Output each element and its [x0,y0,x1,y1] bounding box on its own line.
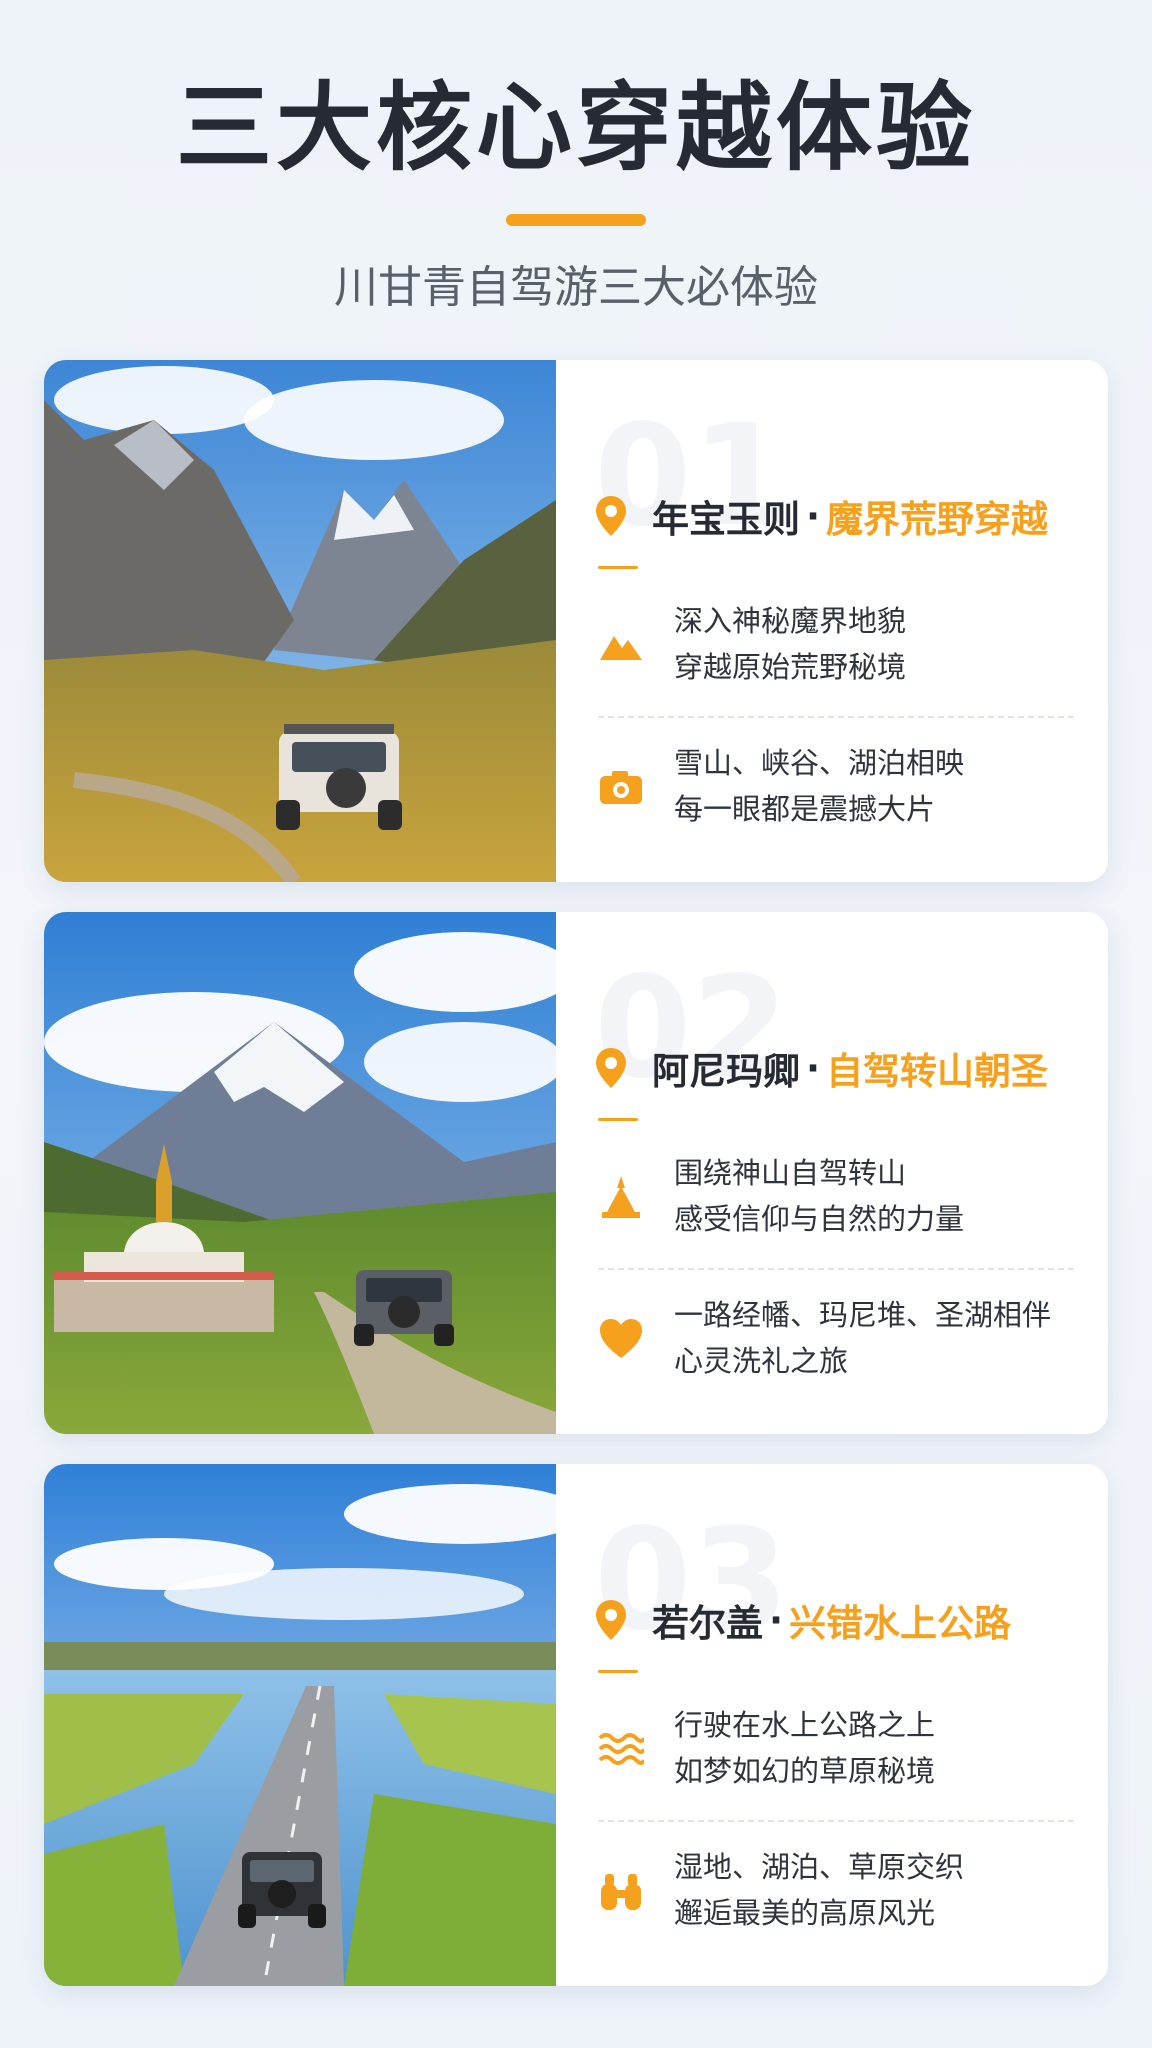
card-heading: 年宝玉则 · 魔界荒野穿越 [594,480,1048,552]
feature-item: 深入神秘魔界地貌 穿越原始荒野秘境 [598,598,1078,698]
heading-underline [598,1118,638,1121]
feature-line: 湿地、湖泊、草原交织 [674,1850,965,1884]
feature-item: 围绕神山自驾转山 感受信仰与自然的力量 [598,1150,1078,1250]
binoculars-icon [601,1874,641,1910]
card-info: 02 阿尼玛卿 · 自驾转山朝圣 围绕神山自驾转山 感受信仰与自然的力量 一路经… [556,912,1108,1434]
feature-line: 穿越原始荒野秘境 [674,650,907,684]
dashed-divider [598,1268,1074,1270]
dashed-divider [598,1820,1074,1822]
experience-card-3: 03 若尔盖 · 兴错水上公路 行驶在水上公路之上 如梦如幻的草原秘境 湿地、湖… [44,1464,1108,1986]
place-name: 年宝玉则 [652,498,800,541]
experience-theme: 自驾转山朝圣 [826,1050,1049,1093]
separator: · [769,1598,784,1642]
place-name: 若尔盖 [652,1602,763,1645]
heading-underline [598,1670,638,1673]
feature-line: 一路经幡、玛尼堆、圣湖相伴 [674,1298,1052,1332]
card-heading: 若尔盖 · 兴错水上公路 [594,1584,1011,1656]
feature-line: 深入神秘魔界地貌 [674,604,907,638]
experience-card-2: 02 阿尼玛卿 · 自驾转山朝圣 围绕神山自驾转山 感受信仰与自然的力量 一路经… [44,912,1108,1434]
page-title: 三大核心穿越体验 [176,72,976,184]
photo-zoige [44,1464,556,1986]
feature-item: 一路经幡、玛尼堆、圣湖相伴 心灵洗礼之旅 [598,1292,1078,1392]
dashed-divider [598,716,1074,718]
experience-card-1: 01 年宝玉则 · 魔界荒野穿越 深入神秘魔界地貌 穿越原始荒野秘境 雪山、峡谷… [44,360,1108,882]
waves-icon [598,1733,644,1765]
page-subtitle: 川甘青自驾游三大必体验 [334,262,818,313]
stupa-icon [602,1176,640,1218]
feature-line: 每一眼都是震撼大片 [674,792,936,826]
page-header: 三大核心穿越体验 川甘青自驾游三大必体验 [0,0,1152,340]
card-heading: 阿尼玛卿 · 自驾转山朝圣 [594,1032,1048,1104]
card-info: 01 年宝玉则 · 魔界荒野穿越 深入神秘魔界地貌 穿越原始荒野秘境 雪山、峡谷… [556,360,1108,882]
title-underline [506,214,646,226]
feature-item: 行驶在水上公路之上 如梦如幻的草原秘境 [598,1702,1078,1802]
feature-line: 围绕神山自驾转山 [674,1156,907,1190]
heart-icon [600,1319,642,1358]
place-name: 阿尼玛卿 [652,1050,800,1093]
location-pin-icon [596,1600,626,1640]
feature-line: 感受信仰与自然的力量 [674,1202,965,1236]
card-info: 03 若尔盖 · 兴错水上公路 行驶在水上公路之上 如梦如幻的草原秘境 湿地、湖… [556,1464,1108,1986]
snow-peak-stupa-photo [44,912,556,1434]
experience-theme: 兴错水上公路 [789,1602,1012,1645]
feature-line: 邂逅最美的高原风光 [674,1896,936,1930]
feature-item: 湿地、湖泊、草原交织 邂逅最美的高原风光 [598,1844,1078,1944]
water-road-photo [44,1464,556,1986]
feature-line: 行驶在水上公路之上 [674,1708,936,1742]
location-pin-icon [596,496,626,536]
camera-icon [600,771,642,804]
feature-line: 如梦如幻的草原秘境 [674,1754,936,1788]
feature-line: 心灵洗礼之旅 [674,1344,849,1378]
photo-nianbao-yuze [44,360,556,882]
heading-underline [598,566,638,569]
photo-amnye-machen [44,912,556,1434]
experience-theme: 魔界荒野穿越 [826,498,1049,541]
mountain-icon [600,636,642,660]
separator: · [806,1046,821,1090]
separator: · [806,494,821,538]
location-pin-icon [596,1048,626,1088]
mountain-valley-photo [44,360,556,882]
feature-item: 雪山、峡谷、湖泊相映 每一眼都是震撼大片 [598,740,1078,840]
feature-line: 雪山、峡谷、湖泊相映 [674,746,965,780]
